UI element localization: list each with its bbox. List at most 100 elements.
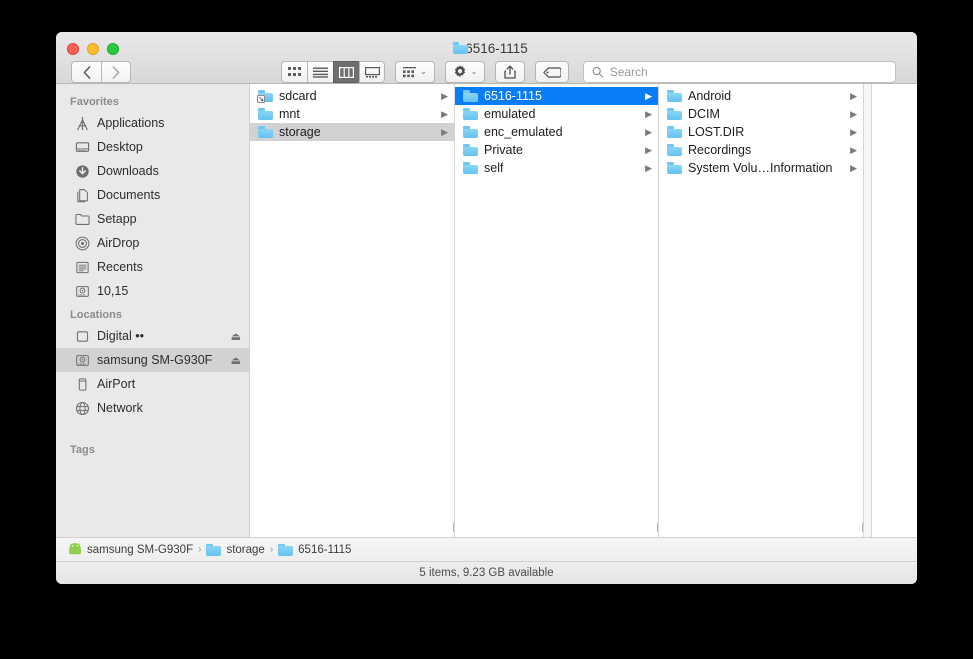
folder-icon	[463, 90, 478, 102]
folder-icon	[667, 108, 682, 120]
sidebar-item-label: Documents	[97, 188, 161, 202]
disclosure-arrow-icon: ▶	[645, 126, 652, 137]
item-name: mnt	[279, 107, 300, 121]
sidebar-item-label: Recents	[97, 260, 143, 274]
sidebar-item-label: AirDrop	[97, 236, 140, 250]
forward-button[interactable]	[101, 61, 131, 83]
item-name: emulated	[484, 107, 536, 121]
item-name: 6516-1115	[484, 89, 542, 103]
list-item[interactable]: storage ▶	[250, 123, 454, 141]
airport-icon	[74, 376, 90, 392]
share-button[interactable]	[495, 61, 526, 83]
window-titlebar: 6516-1115 ⌄ ⌄ Search	[56, 32, 917, 84]
folder-icon	[463, 144, 478, 156]
item-name: storage	[279, 125, 321, 139]
sidebar-item-digital[interactable]: Digital •• ⏏	[56, 324, 249, 348]
icon-view-button[interactable]	[281, 61, 307, 83]
list-item[interactable]: DCIM ▶	[659, 105, 863, 123]
folder-icon	[463, 162, 478, 174]
list-view-button[interactable]	[307, 61, 333, 83]
back-button[interactable]	[71, 61, 101, 83]
disclosure-arrow-icon: ▶	[850, 162, 857, 173]
group-items-button[interactable]: ⌄	[395, 61, 435, 83]
folder-icon	[463, 108, 478, 120]
list-item[interactable]: Android ▶	[659, 87, 863, 105]
sidebar-item-label: samsung SM-G930F	[97, 353, 213, 367]
sidebar-section-header-tags: Tags	[70, 444, 95, 456]
list-icon	[313, 67, 328, 78]
sidebar-item-applications[interactable]: Applications	[56, 111, 249, 135]
folder-icon	[463, 126, 478, 138]
column-view-button[interactable]	[333, 61, 359, 83]
sidebar-item-airdrop[interactable]: AirDrop	[56, 231, 249, 255]
sidebar-item-label: Network	[97, 401, 143, 415]
search-input[interactable]	[609, 65, 888, 79]
folder-icon	[667, 144, 682, 156]
list-item[interactable]: enc_emulated ▶	[455, 123, 658, 141]
recents-icon	[74, 259, 90, 275]
sidebar: Favorites Applications Desktop Downloads…	[56, 84, 250, 537]
chevron-down-icon: ⌄	[420, 67, 427, 76]
disclosure-arrow-icon: ▶	[850, 144, 857, 155]
view-mode-segmented-control	[281, 61, 385, 83]
breadcrumb-label: 6516-1115	[298, 543, 352, 556]
share-icon	[504, 65, 517, 79]
sidebar-item-network[interactable]: Network	[56, 396, 249, 420]
sidebar-item-10-15[interactable]: 10,15	[56, 279, 249, 303]
eject-icon[interactable]: ⏏	[231, 330, 241, 343]
disclosure-arrow-icon: ▶	[850, 108, 857, 119]
list-item[interactable]: self ▶	[455, 159, 658, 177]
sidebar-item-label: Desktop	[97, 140, 143, 154]
network-globe-icon	[74, 400, 90, 416]
harddisk-icon	[74, 283, 90, 299]
disclosure-arrow-icon: ▶	[441, 108, 448, 119]
folder-icon	[74, 211, 90, 227]
breadcrumb-item-current[interactable]: 6516-1115	[278, 543, 352, 556]
column-2: 6516-1115 ▶ emulated ▶ enc_emulated ▶ Pr…	[455, 84, 659, 537]
list-item[interactable]: emulated ▶	[455, 105, 658, 123]
item-name: LOST.DIR	[688, 125, 745, 139]
tags-button[interactable]	[535, 61, 570, 83]
sidebar-item-setapp[interactable]: Setapp	[56, 207, 249, 231]
action-gear-button[interactable]: ⌄	[444, 61, 486, 83]
disclosure-arrow-icon: ▶	[645, 144, 652, 155]
sidebar-item-documents[interactable]: Documents	[56, 183, 249, 207]
search-field[interactable]	[583, 61, 897, 83]
breadcrumb-item-device[interactable]: samsung SM-G930F	[68, 543, 193, 556]
column-empty	[872, 84, 917, 537]
list-item[interactable]: LOST.DIR ▶	[659, 123, 863, 141]
item-name: Recordings	[688, 143, 752, 157]
downloads-icon	[74, 163, 90, 179]
sidebar-item-label: Digital ••	[97, 329, 144, 343]
list-item[interactable]: ↘ sdcard ▶	[250, 87, 454, 105]
list-item[interactable]: System Volu…Information ▶	[659, 159, 863, 177]
column-scroll-strip[interactable]	[864, 84, 872, 537]
list-item[interactable]: 6516-1115 ▶	[455, 87, 658, 105]
sidebar-item-downloads[interactable]: Downloads	[56, 159, 249, 183]
disclosure-arrow-icon: ▶	[850, 90, 857, 101]
breadcrumb-item-storage[interactable]: storage	[206, 543, 265, 556]
path-bar: samsung SM-G930F › storage › 6516-1115	[56, 537, 917, 561]
external-disk-icon	[74, 328, 90, 344]
column-browser: ↘ sdcard ▶ mnt ▶ storage ▶ ||	[250, 84, 917, 537]
sidebar-item-desktop[interactable]: Desktop	[56, 135, 249, 159]
item-name: sdcard	[279, 89, 317, 103]
chevron-right-icon	[112, 65, 120, 79]
disclosure-arrow-icon: ▶	[645, 108, 652, 119]
columns-icon	[339, 66, 354, 78]
documents-icon	[74, 187, 90, 203]
item-name: Android	[688, 89, 732, 103]
list-item[interactable]: Recordings ▶	[659, 141, 863, 159]
disclosure-arrow-icon: ▶	[441, 90, 448, 101]
eject-icon[interactable]: ⏏	[231, 354, 241, 367]
folder-alias-icon: ↘	[257, 90, 273, 103]
column-1: ↘ sdcard ▶ mnt ▶ storage ▶ ||	[250, 84, 455, 537]
list-item[interactable]: Private ▶	[455, 141, 658, 159]
list-item[interactable]: mnt ▶	[250, 105, 454, 123]
sidebar-item-recents[interactable]: Recents	[56, 255, 249, 279]
breadcrumb-label: samsung SM-G930F	[87, 543, 194, 556]
gallery-view-button[interactable]	[359, 61, 385, 83]
sidebar-item-samsung-sm-g930f[interactable]: samsung SM-G930F ⏏	[56, 348, 249, 372]
disclosure-arrow-icon: ▶	[850, 126, 857, 137]
sidebar-item-airport[interactable]: AirPort	[56, 372, 249, 396]
